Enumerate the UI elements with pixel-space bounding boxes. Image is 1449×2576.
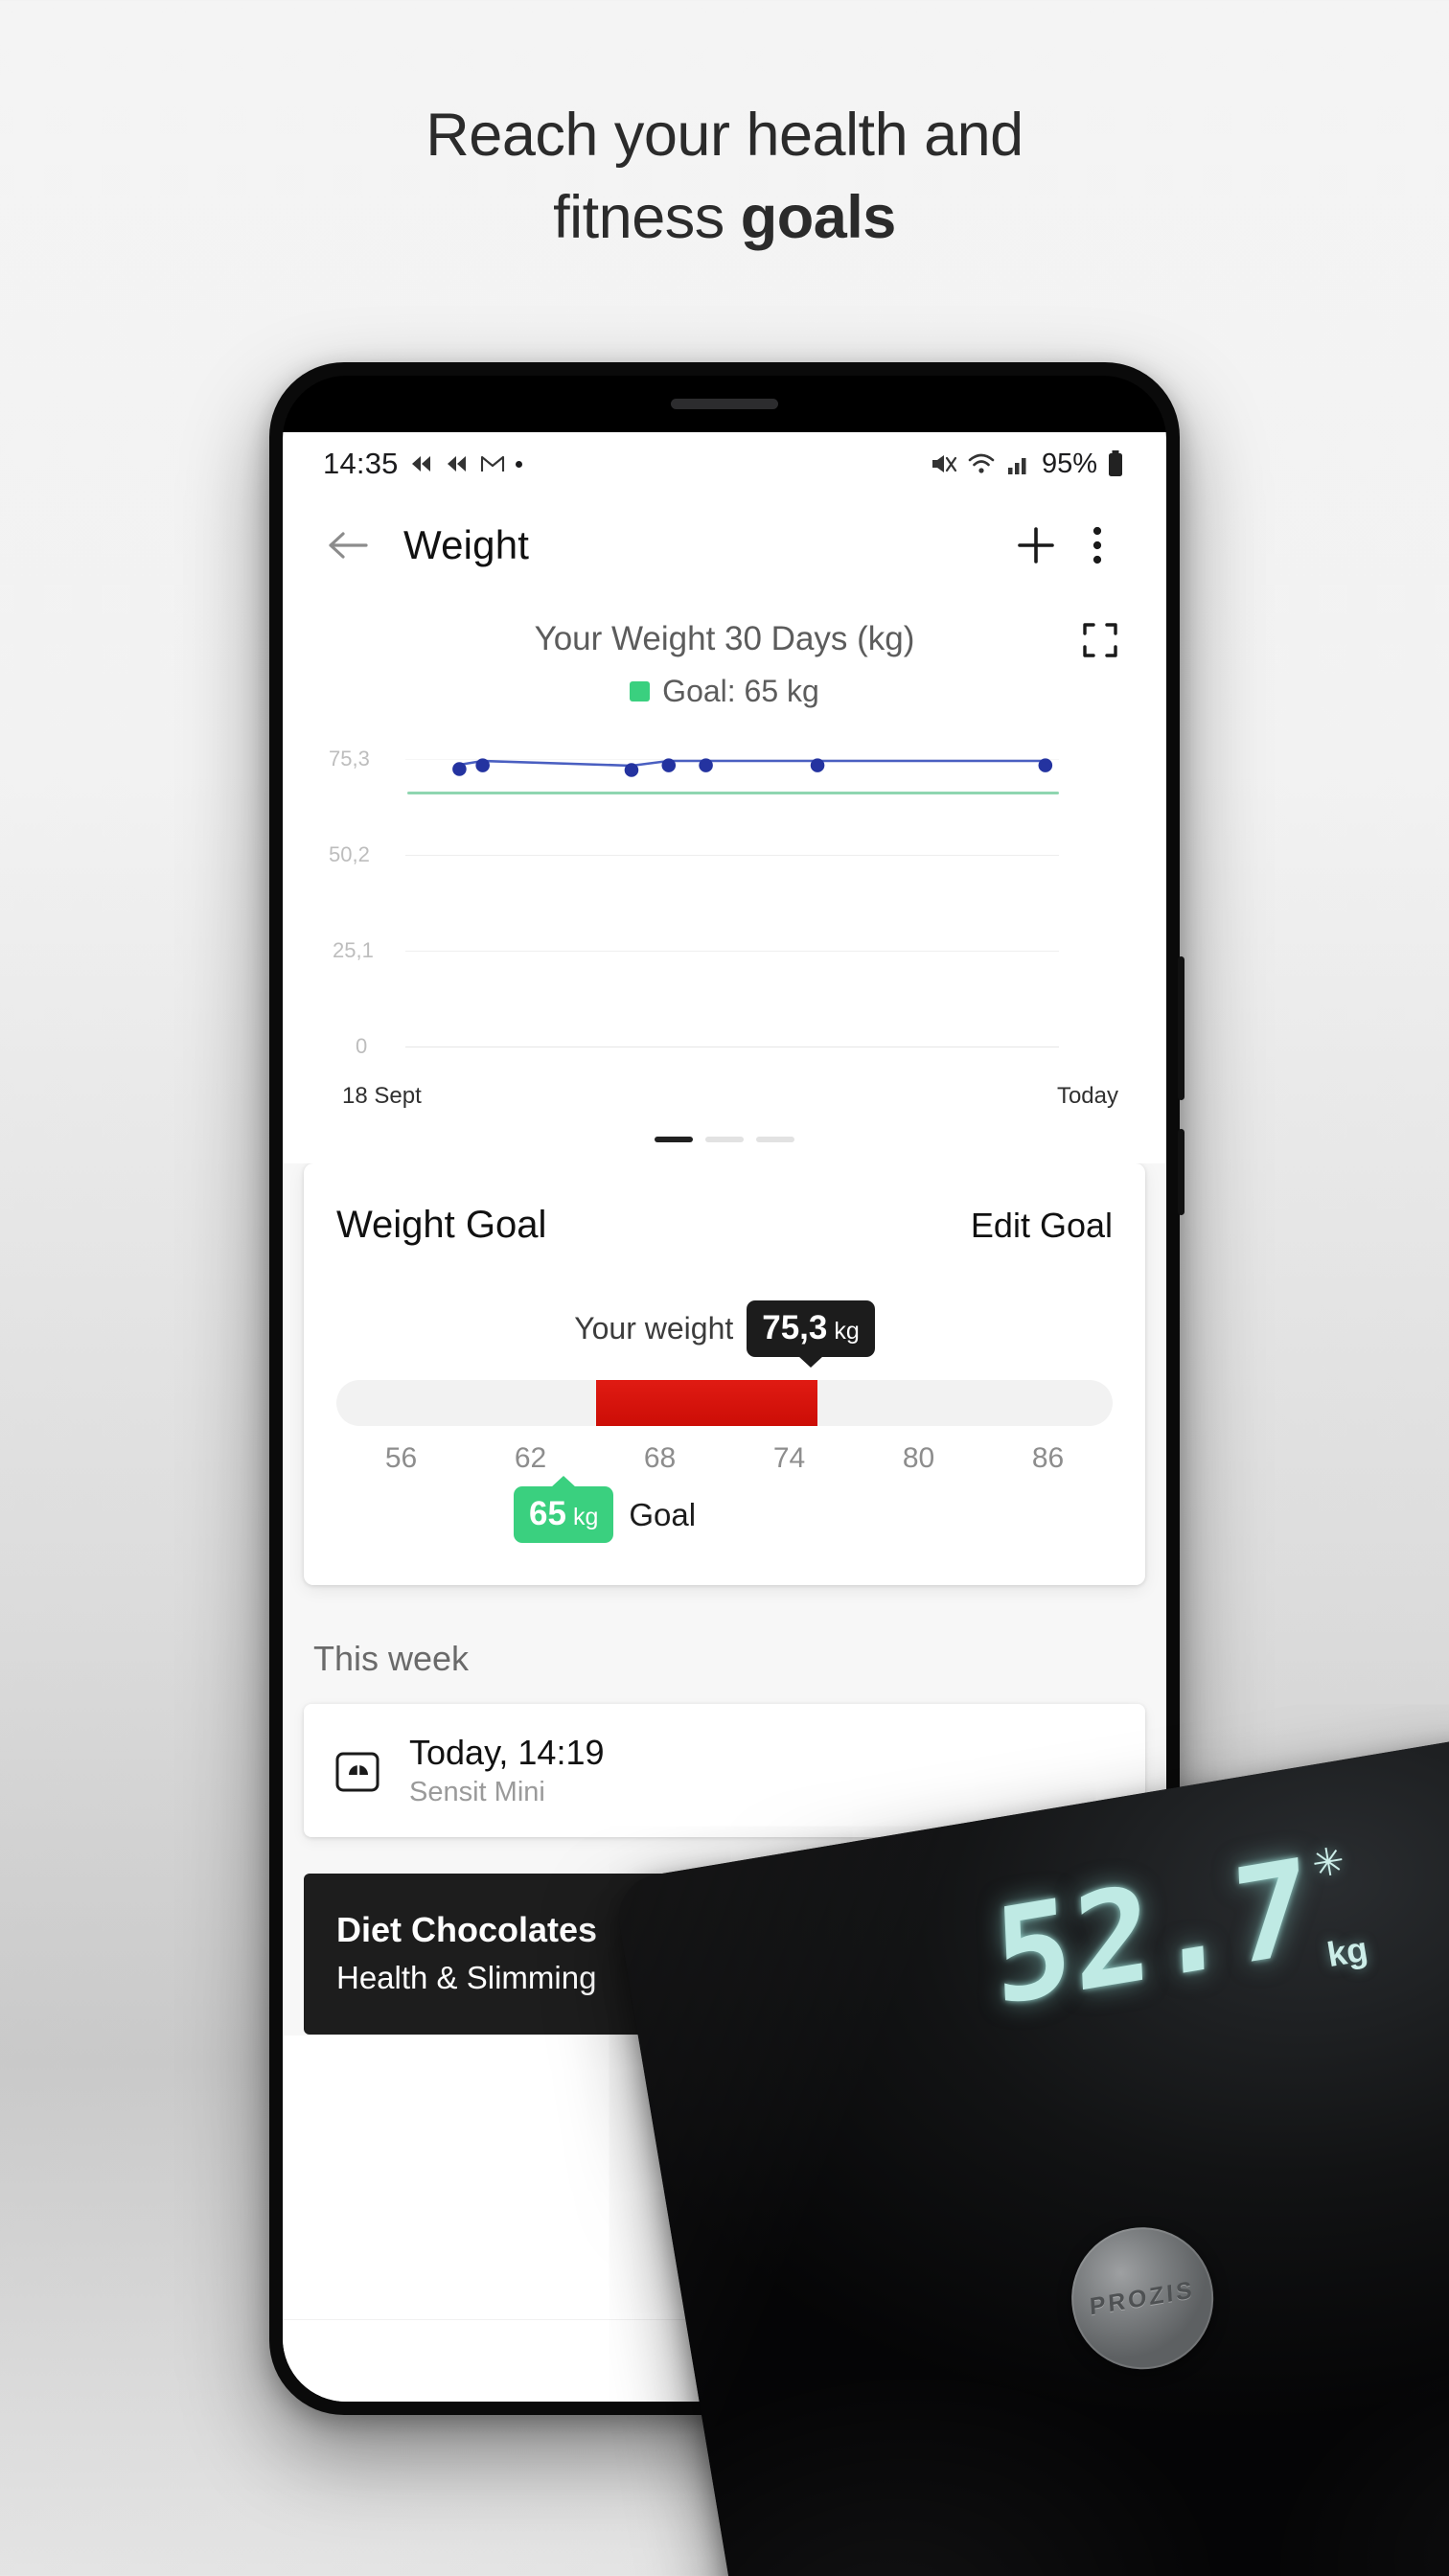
back-arrow-icon — [329, 532, 368, 559]
scale-tick-1: 62 — [514, 1442, 547, 1474]
weight-series-points — [452, 758, 1053, 777]
status-time: 14:35 — [323, 447, 399, 480]
legend-label: Goal: 65 kg — [662, 674, 819, 708]
earpiece-speaker — [671, 399, 778, 409]
weight-range-slider[interactable]: 56 62 68 74 80 86 — [336, 1380, 1113, 1475]
pager-dot-3[interactable] — [756, 1137, 794, 1142]
list-item-meta: Today, 14:19 Sensit Mini — [409, 1733, 604, 1808]
current-weight-unit: kg — [834, 1318, 860, 1345]
chart-legend: Goal: 65 kg — [283, 674, 1166, 709]
weight-line-chart: 75,3 50,2 25,1 0 — [283, 747, 1166, 1070]
add-weight-button[interactable] — [1005, 515, 1067, 576]
fullscreen-icon — [1083, 623, 1117, 657]
scale-tick-0: 56 — [384, 1442, 418, 1474]
weight-goal-header: Weight Goal Edit Goal — [336, 1204, 1113, 1247]
prozis-logo-badge: PROZIS — [1060, 2217, 1225, 2380]
expand-chart-button[interactable] — [1082, 622, 1118, 663]
x-axis-tick-end: Today — [1056, 1083, 1118, 1109]
headline-line-2-plain: fitness — [553, 184, 741, 251]
scale-icon — [335, 1752, 380, 1791]
overflow-menu-button[interactable] — [1067, 515, 1128, 576]
chart-pager[interactable] — [283, 1137, 1166, 1163]
goal-weight-badge: 65 kg — [514, 1486, 614, 1543]
goal-marker-row: 65 kg Goal — [336, 1486, 1113, 1543]
bluetooth-icon: ✳ — [1308, 1839, 1348, 1887]
scale-weight-value: 52.7 — [991, 1829, 1316, 2036]
back-button[interactable] — [317, 515, 379, 576]
list-item-title: Today, 14:19 — [409, 1733, 605, 1772]
power-button[interactable] — [1178, 1129, 1184, 1215]
more-vertical-icon — [1092, 526, 1102, 564]
status-bar: 14:35 95% — [283, 432, 1166, 495]
chart-x-axis: 18 Sept Today — [283, 1070, 1166, 1110]
scale-tick-4: 80 — [902, 1442, 935, 1474]
gmail-icon — [480, 455, 504, 472]
scale-tick-2: 68 — [643, 1442, 677, 1474]
goal-weight-unit: kg — [572, 1504, 599, 1530]
this-week-heading: This week — [313, 1639, 470, 1678]
slider-track — [336, 1380, 1113, 1426]
pager-dot-2[interactable] — [705, 1137, 744, 1142]
goal-weight-value: 65 — [529, 1495, 566, 1532]
current-weight-value: 75,3 — [762, 1309, 828, 1346]
weight-goal-card: Weight Goal Edit Goal Your weight 75,3 k… — [304, 1163, 1145, 1585]
battery-icon — [1109, 450, 1122, 476]
scale-lcd-display: 52.7 ✳ kg — [983, 1829, 1370, 2036]
signal-icon — [1007, 458, 1026, 474]
page-title: Reach your health and fitness goals — [0, 94, 1449, 259]
headline-line-1: Reach your health and — [426, 102, 1024, 169]
current-weight-badge: 75,3 kg — [747, 1300, 875, 1357]
wifi-icon — [968, 453, 995, 473]
scale-weight-unit: kg — [1323, 1928, 1371, 1975]
headline-line-2: fitness goals — [0, 176, 1449, 259]
pager-dot-1[interactable] — [655, 1137, 693, 1142]
status-bar-left: 14:35 — [323, 447, 522, 481]
dot-icon — [515, 460, 522, 468]
weight-goal-title: Weight Goal — [336, 1204, 547, 1246]
battery-percent: 95% — [1041, 448, 1097, 479]
x-axis-tick-start: 18 Sept — [342, 1083, 422, 1109]
slider-fill — [596, 1380, 818, 1426]
scale-lcd-side: ✳ kg — [1308, 1834, 1370, 1975]
slider-scale: 56 62 68 74 80 86 — [336, 1442, 1113, 1475]
legend-color-swatch — [630, 681, 651, 702]
status-bar-right: 95% — [929, 448, 1124, 480]
volume-button[interactable] — [1178, 956, 1184, 1100]
scale-tick-3: 74 — [772, 1442, 806, 1474]
rewind-icon — [411, 456, 430, 472]
edit-goal-button[interactable]: Edit Goal — [971, 1206, 1113, 1246]
mute-icon — [932, 455, 957, 472]
your-weight-label: Your weight — [574, 1311, 734, 1346]
headline-line-2-bold: goals — [740, 184, 897, 251]
list-item-subtitle: Sensit Mini — [409, 1777, 545, 1807]
rewind-icon — [447, 456, 466, 472]
scale-tick-5: 86 — [1031, 1442, 1065, 1474]
chart-header: Your Weight 30 Days (kg) — [283, 620, 1166, 658]
chart-plot-area: 75,3 50,2 25,1 0 — [283, 747, 1166, 1070]
plus-icon — [1018, 527, 1054, 564]
prozis-brand-text: PROZIS — [1089, 2275, 1196, 2320]
app-bar-title: Weight — [403, 522, 530, 567]
app-bar: Weight — [283, 495, 1166, 595]
your-weight-row: Your weight 75,3 kg — [336, 1300, 1113, 1357]
goal-word-label: Goal — [629, 1496, 697, 1532]
chart-title: Your Weight 30 Days (kg) — [534, 620, 915, 657]
weight-chart-card: Your Weight 30 Days (kg) Goal: 65 kg 75,… — [283, 595, 1166, 1163]
